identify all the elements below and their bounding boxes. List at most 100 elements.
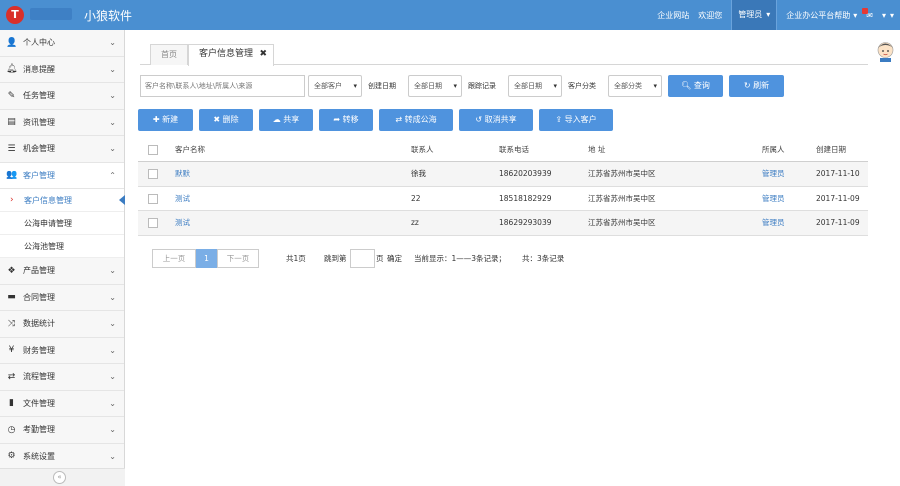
sidebar-item-settings[interactable]: ⚙ 系统设置 ⌄ xyxy=(0,443,124,470)
query-button[interactable]: 🔍︎ 查询 xyxy=(668,75,723,97)
sidebar: 👤 个人中心 ⌄ 🔔︎ 消息提醒 ⌄ ✎ 任务管理 ⌄ ▤ 资讯管理 ⌄ ☰ 机会管理 ⌄ 👥 客户管… xyxy=(0,30,125,486)
sidebar-item-messages[interactable]: 🔔︎ 消息提醒 ⌄ xyxy=(0,56,124,83)
logo[interactable]: T xyxy=(6,6,24,24)
sidebar-item-workflow[interactable]: ⇄ 流程管理 ⌄ xyxy=(0,364,124,391)
sidebar-item-opportunities[interactable]: ☰ 机会管理 ⌄ xyxy=(0,136,124,163)
sidebar-item-attendance[interactable]: ◷ 考勤管理 ⌄ xyxy=(0,417,124,444)
header-address[interactable]: 地 址 xyxy=(588,138,605,162)
chevron-down-icon: ▾ xyxy=(766,10,771,19)
mail-icon[interactable]: ✉ xyxy=(861,7,873,20)
search-input[interactable] xyxy=(140,75,305,97)
cancel-share-button[interactable]: ↺ 取消共享 xyxy=(459,109,533,131)
sidebar-item-label: 资讯管理 xyxy=(23,117,55,127)
header-phone[interactable]: 联系电话 xyxy=(499,138,529,162)
admin-label: 管理员 xyxy=(738,10,763,19)
customer-select[interactable]: 全部客户 xyxy=(308,75,362,97)
header-contact[interactable]: 联系人 xyxy=(411,138,434,162)
to-public-pool-label: 转成公海 xyxy=(404,115,437,124)
sidebar-item-label: 个人中心 xyxy=(23,38,55,48)
sidebar-item-label: 系统设置 xyxy=(23,451,55,461)
header-customer-name[interactable]: 客户名称 xyxy=(175,138,205,162)
exchange-icon: ⇄ xyxy=(395,115,403,124)
row-checkbox[interactable] xyxy=(148,169,158,179)
owner-link[interactable]: 管理员 xyxy=(762,211,785,235)
sidebar-item-tasks[interactable]: ✎ 任务管理 ⌄ xyxy=(0,83,124,110)
tab-home[interactable]: 首页 xyxy=(150,44,188,65)
close-icon[interactable]: ✖ xyxy=(259,45,267,64)
admin-menu[interactable]: 管理员 ▾ xyxy=(731,0,778,30)
category-select[interactable]: 全部分类 xyxy=(608,75,662,97)
sidebar-item-statistics[interactable]: ⤨ 数据统计 ⌄ xyxy=(0,311,124,338)
more-chevron-icon[interactable]: ▾ xyxy=(890,11,894,20)
follow-date-select[interactable]: 全部日期 xyxy=(508,75,562,97)
file-icon: ▮ xyxy=(9,398,14,409)
goto-confirm-link[interactable]: 确定 xyxy=(387,249,402,268)
contact-cell: zz xyxy=(411,218,419,227)
sidebar-subitem-pool[interactable]: 公海池管理 xyxy=(0,235,124,258)
sidebar-item-contracts[interactable]: ▬ 合同管理 ⌄ xyxy=(0,284,124,311)
header-created-date[interactable]: 创建日期 xyxy=(816,138,846,162)
help-label: 企业办公平台帮助 xyxy=(786,10,851,20)
share-button[interactable]: ☁ 共享 xyxy=(259,109,313,131)
page-1-button[interactable]: 1 xyxy=(196,249,217,268)
table-row[interactable]: 测试 zz 18629293039 江苏省苏州市吴中区 管理员 2017-11-… xyxy=(138,211,868,236)
forward-icon: ➦ xyxy=(333,115,341,124)
undo-icon: ↺ xyxy=(475,115,483,124)
company-site-link[interactable]: 企业网站 xyxy=(657,10,689,21)
dropbox-icon: ❖ xyxy=(7,265,16,276)
drive-icon: ▬ xyxy=(7,292,16,303)
tab-customer-info[interactable]: 客户信息管理 ✖ xyxy=(188,44,275,66)
sidebar-item-finance[interactable]: ¥ 财务管理 ⌄ xyxy=(0,337,124,364)
customer-name-link[interactable]: 默默 xyxy=(175,162,190,186)
sidebar-item-files[interactable]: ▮ 文件管理 ⌄ xyxy=(0,390,124,417)
sidebar-subitem-pool-application[interactable]: 公海申请管理 xyxy=(0,212,124,235)
welcome-text: 欢迎您 xyxy=(698,10,723,20)
new-button[interactable]: ✚ 新建 xyxy=(138,109,193,131)
created-date-select[interactable]: 全部日期 xyxy=(408,75,462,97)
edit-icon: ✎ xyxy=(7,90,16,101)
logo-text xyxy=(30,8,72,20)
select-all-checkbox[interactable] xyxy=(148,145,158,155)
row-checkbox[interactable] xyxy=(148,193,158,204)
refresh-icon: ↻ xyxy=(743,81,751,90)
transfer-button[interactable]: ➦ 转移 xyxy=(319,109,373,131)
sidebar-item-products[interactable]: ❖ 产品管理 ⌄ xyxy=(0,258,124,285)
sidebar-item-label: 财务管理 xyxy=(23,345,55,355)
users-icon: 👥 xyxy=(6,170,18,181)
header-owner[interactable]: 所属人 xyxy=(762,138,785,162)
chevron-down-icon: ⌄ xyxy=(109,144,116,153)
chevron-down-icon: ⌄ xyxy=(109,38,116,47)
contact-cell: 22 xyxy=(411,193,421,203)
import-customers-button[interactable]: ⇪ 导入客户 xyxy=(539,109,613,131)
refresh-button[interactable]: ↻ 刷新 xyxy=(729,75,784,97)
customer-name-link[interactable]: 测试 xyxy=(175,211,190,235)
table-row[interactable]: 默默 徐我 18620203939 江苏省苏州市吴中区 管理员 2017-11-… xyxy=(138,162,868,187)
customer-name-link[interactable]: 测试 xyxy=(175,187,190,211)
help-menu[interactable]: 企业办公平台帮助 ▾ xyxy=(786,10,857,21)
owner-link[interactable]: 管理员 xyxy=(762,187,785,211)
cloud-icon: ☁ xyxy=(272,115,281,124)
goto-page-input[interactable] xyxy=(350,249,375,268)
current-display: 当前显示：1——3条记录； xyxy=(414,254,507,263)
sidebar-item-news[interactable]: ▤ 资讯管理 ⌄ xyxy=(0,109,124,136)
sidebar-item-label: 文件管理 xyxy=(23,398,55,408)
search-icon: 🔍︎ xyxy=(681,81,692,90)
table-header: 客户名称 联系人 联系电话 地 址 所属人 创建日期 xyxy=(138,138,868,162)
phone-cell: 18629293039 xyxy=(499,218,552,227)
chevron-down-icon[interactable]: ▾ xyxy=(882,11,886,20)
delete-button[interactable]: ✖ 删除 xyxy=(199,109,253,131)
to-public-pool-button[interactable]: ⇄ 转成公海 xyxy=(379,109,453,131)
collapse-sidebar-icon[interactable]: « xyxy=(53,471,66,484)
address-cell: 江苏省苏州市吴中区 xyxy=(588,193,656,203)
created-date-cell: 2017-11-10 xyxy=(816,169,860,178)
next-page-button[interactable]: 下一页 xyxy=(217,249,259,268)
avatar[interactable] xyxy=(876,40,895,62)
prev-page-button[interactable]: 上一页 xyxy=(152,249,196,268)
owner-link[interactable]: 管理员 xyxy=(762,162,785,186)
sidebar-item-personal[interactable]: 👤 个人中心 ⌄ xyxy=(0,30,124,57)
table-row[interactable]: 测试 22 18518182929 江苏省苏州市吴中区 管理员 2017-11-… xyxy=(138,187,868,211)
sidebar-item-customers[interactable]: 👥 客户管理 ⌃ xyxy=(0,162,124,189)
row-checkbox[interactable] xyxy=(148,218,158,228)
chevron-down-icon: ⌄ xyxy=(109,64,116,74)
sidebar-subitem-customer-info[interactable]: 客户信息管理 xyxy=(0,189,125,212)
